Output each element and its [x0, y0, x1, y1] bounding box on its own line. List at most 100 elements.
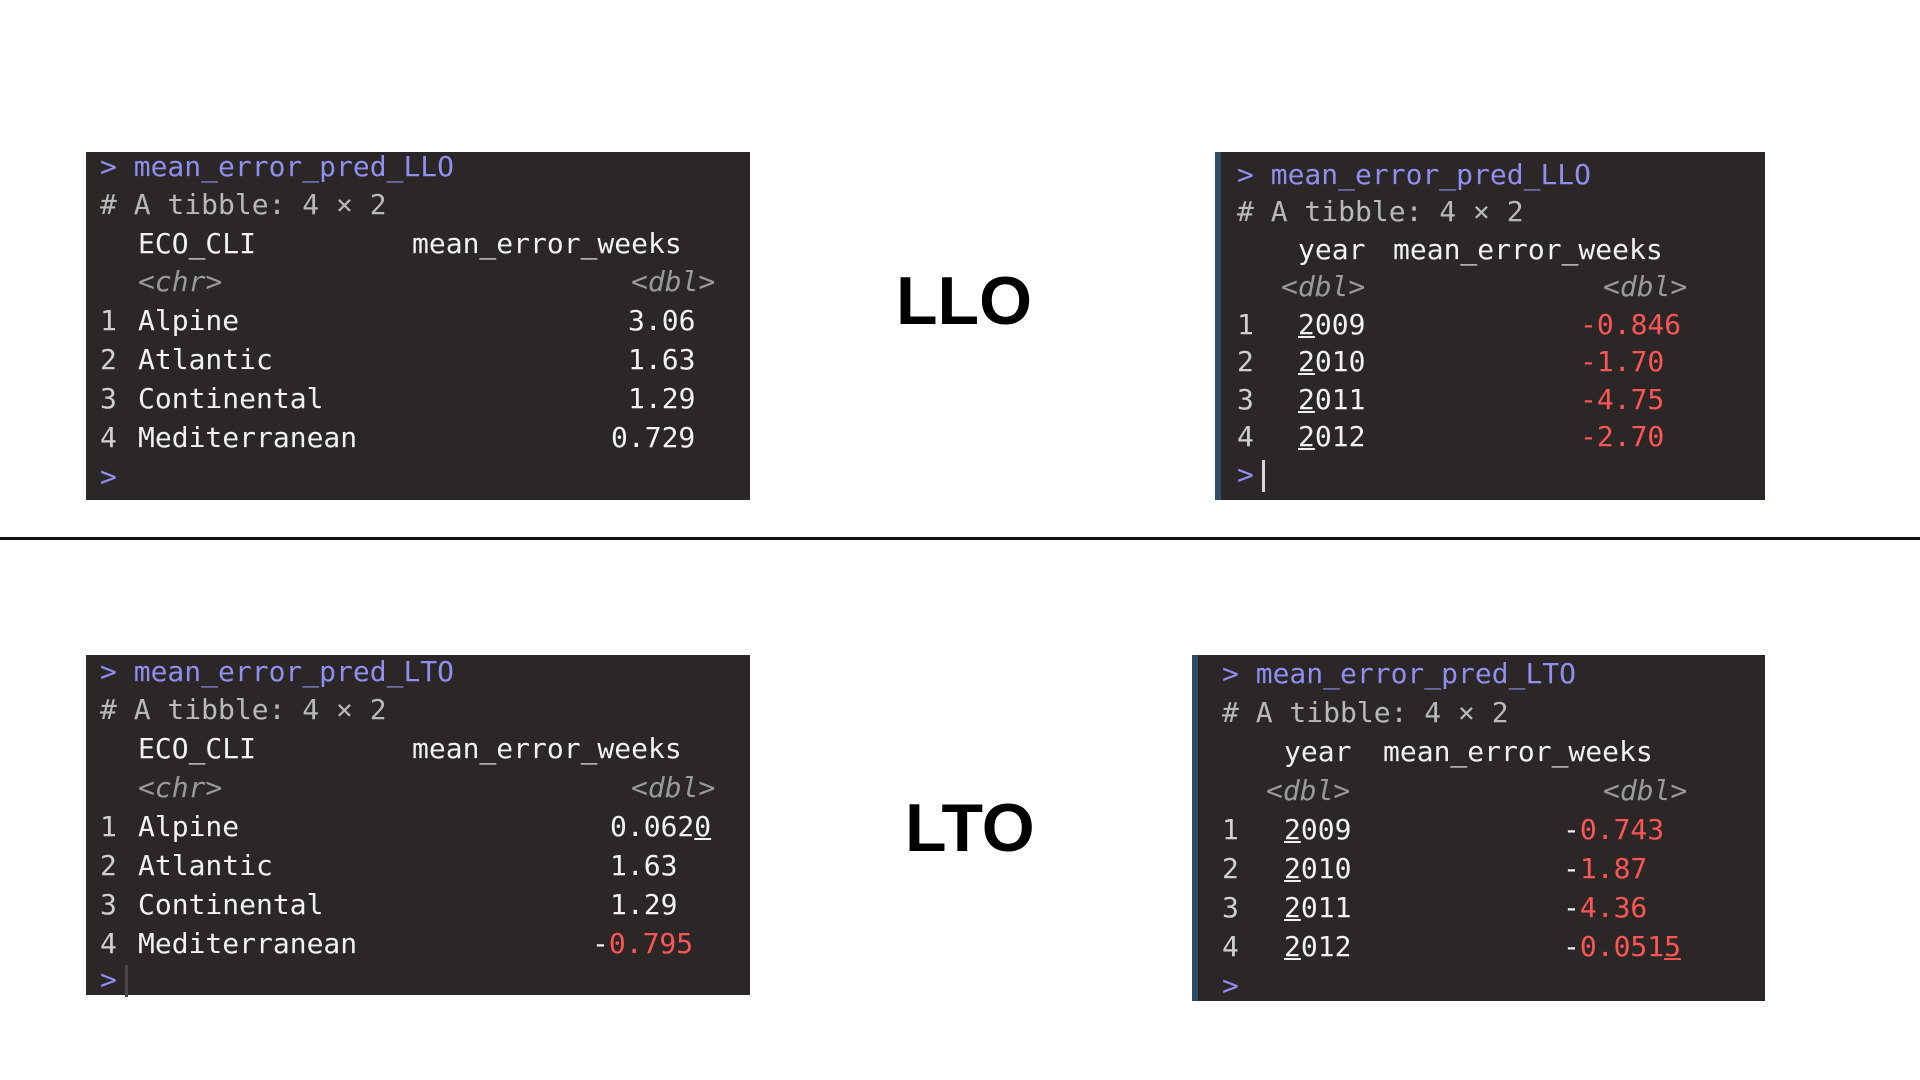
row-key: 2010 — [1284, 850, 1351, 888]
year-rest: 010 — [1314, 345, 1366, 378]
row-key: 2010 — [1298, 343, 1365, 381]
row-value: -0.846 — [1580, 306, 1681, 344]
row-value: 3.06 — [628, 304, 696, 337]
year-underlined-digit: 2 — [1284, 930, 1301, 963]
row-value: -0.743 — [1563, 811, 1664, 849]
row-number: 2 — [1237, 345, 1254, 378]
row-key: Continental — [138, 382, 324, 415]
value-sign: - — [1580, 308, 1597, 341]
row-key: 2011 — [1298, 381, 1365, 419]
value-sign: - — [1580, 345, 1597, 378]
year-rest: 010 — [1300, 852, 1352, 885]
command-text: mean_error_pred_LTO — [1255, 657, 1577, 690]
value-sign: - — [1563, 852, 1580, 885]
year-underlined-digit: 2 — [1298, 383, 1315, 416]
row-number: 1 — [1237, 308, 1254, 341]
input-prompt[interactable]: > — [1222, 967, 1239, 1005]
row-number: 4 — [1222, 930, 1239, 963]
column-type-key: <dbl> — [1266, 774, 1351, 807]
column-header-key: year — [1284, 735, 1352, 768]
value-underlined-digit: 5 — [1664, 930, 1682, 963]
row-number: 2 — [100, 849, 117, 882]
row-key: Mediterranean — [138, 927, 358, 960]
column-type-value: <dbl> — [1603, 774, 1688, 807]
row-value: 0.0620 — [610, 808, 711, 846]
input-prompt[interactable]: > — [100, 963, 117, 996]
column-header-key: year — [1298, 233, 1366, 266]
year-underlined-digit: 2 — [1284, 891, 1301, 924]
value-underlined-digit: 0 — [694, 810, 712, 843]
value-number: 1.70 — [1596, 345, 1665, 378]
tibble-comment: # A tibble: 4 × 2 — [1237, 195, 1524, 228]
row-number: 4 — [100, 927, 117, 960]
column-type-key: <chr> — [138, 265, 223, 298]
command-text: mean_error_pred_LLO — [1270, 158, 1592, 191]
row-number: 1 — [100, 810, 117, 843]
row-key: 2009 — [1298, 306, 1365, 344]
column-header-value: mean_error_weeks — [1393, 233, 1663, 266]
prompt: > — [100, 655, 117, 688]
value-number: 4.36 — [1579, 891, 1648, 924]
console-llo-year: > mean_error_pred_LLO # A tibble: 4 × 2 … — [1215, 152, 1765, 500]
row-number: 3 — [100, 382, 117, 415]
row-value: -4.75 — [1580, 381, 1664, 419]
row-key: Alpine — [138, 810, 240, 843]
row-number: 4 — [1237, 420, 1254, 453]
row-number: 3 — [1237, 383, 1254, 416]
tibble-comment: # A tibble: 4 × 2 — [100, 693, 387, 726]
prompt: > — [100, 150, 117, 183]
text-cursor — [1261, 460, 1265, 492]
row-value: -2.70 — [1580, 418, 1664, 456]
year-underlined-digit: 2 — [1298, 420, 1315, 453]
command-text: mean_error_pred_LTO — [133, 655, 455, 688]
year-underlined-digit: 2 — [1284, 813, 1301, 846]
value-number: 0.051 — [1579, 930, 1665, 963]
row-number: 1 — [1222, 813, 1239, 846]
row-value: 1.29 — [628, 382, 696, 415]
console-lto-year: > mean_error_pred_LTO # A tibble: 4 × 2 … — [1192, 655, 1765, 1002]
row-key: 2011 — [1284, 889, 1351, 927]
column-type-value: <dbl> — [631, 771, 716, 804]
command-line: > mean_error_pred_LTO — [100, 653, 454, 691]
column-header-value: mean_error_weeks — [1383, 735, 1653, 768]
input-line[interactable]: > — [100, 961, 128, 999]
row-number: 3 — [1222, 891, 1239, 924]
input-prompt[interactable]: > — [1237, 458, 1254, 491]
input-prompt[interactable]: > — [100, 458, 117, 496]
column-header-key: ECO_CLI — [138, 732, 257, 765]
value-number: 2.70 — [1596, 420, 1665, 453]
row-value: -0.795 — [592, 925, 693, 963]
row-key: Mediterranean — [138, 421, 358, 454]
value-sign: - — [1563, 891, 1580, 924]
tibble-comment: # A tibble: 4 × 2 — [1222, 696, 1509, 729]
row-value: -1.87 — [1563, 850, 1647, 888]
row-key: Atlantic — [138, 343, 273, 376]
column-header-value: mean_error_weeks — [412, 732, 682, 765]
value-sign: - — [1580, 420, 1597, 453]
input-line[interactable]: > — [1237, 456, 1265, 494]
row-key: 2012 — [1298, 418, 1365, 456]
row-value: -1.70 — [1580, 343, 1664, 381]
year-rest: 009 — [1314, 308, 1366, 341]
console-llo-eco: > mean_error_pred_LLO # A tibble: 4 × 2 … — [86, 150, 750, 500]
row-key: 2009 — [1284, 811, 1351, 849]
value-number: 1.87 — [1579, 852, 1648, 885]
row-value: -4.36 — [1563, 889, 1647, 927]
value-sign: - — [592, 927, 609, 960]
row-number: 3 — [100, 888, 117, 921]
row-key: Atlantic — [138, 849, 273, 882]
column-type-value: <dbl> — [1603, 270, 1688, 303]
row-number: 1 — [100, 304, 117, 337]
year-underlined-digit: 2 — [1284, 852, 1301, 885]
value-number: 0.795 — [608, 927, 694, 960]
row-number: 2 — [1222, 852, 1239, 885]
column-header-value: mean_error_weeks — [412, 227, 682, 260]
command-line: > mean_error_pred_LLO — [100, 148, 454, 186]
tibble-comment: # A tibble: 4 × 2 — [100, 188, 387, 221]
year-underlined-digit: 2 — [1298, 308, 1315, 341]
column-header-key: ECO_CLI — [138, 227, 257, 260]
value-number: 4.75 — [1596, 383, 1665, 416]
row-number: 4 — [100, 421, 117, 454]
column-type-key: <dbl> — [1281, 270, 1366, 303]
value-number: 0.062 — [610, 810, 695, 843]
